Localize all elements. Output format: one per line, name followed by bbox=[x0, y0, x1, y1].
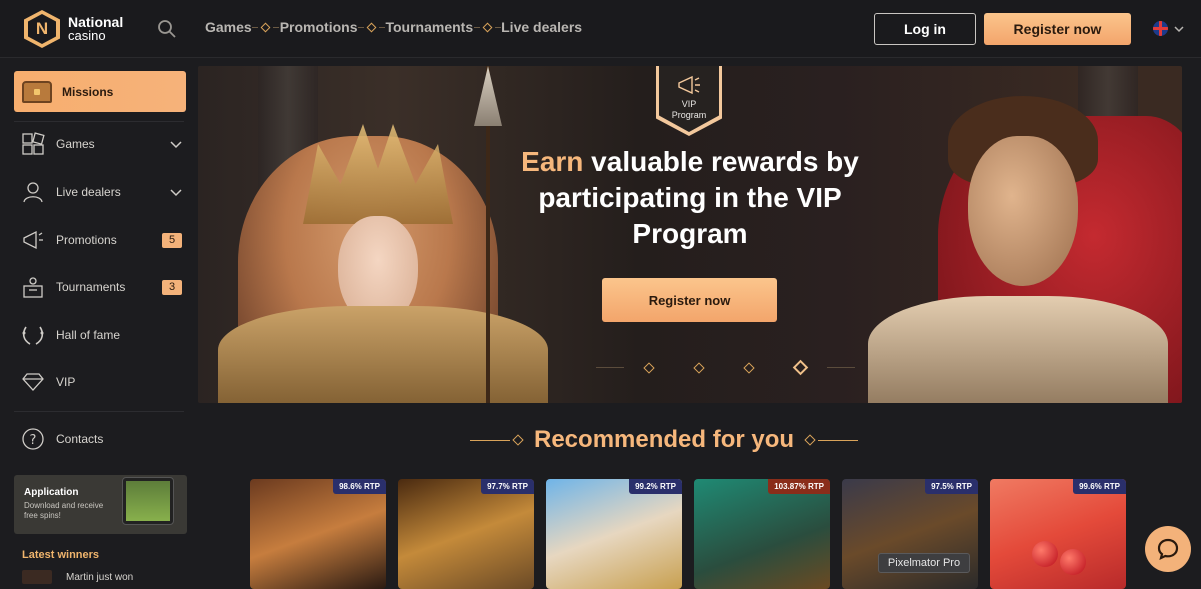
nav-separator bbox=[357, 22, 385, 32]
logo-letter: N bbox=[28, 14, 56, 44]
vip-tag-label: VIP Program bbox=[671, 99, 707, 120]
recommended-heading-row: Recommended for you bbox=[470, 426, 859, 454]
language-selector[interactable] bbox=[1153, 21, 1184, 36]
sidebar-item-label: Promotions bbox=[56, 233, 117, 247]
sidebar-item-label: Hall of fame bbox=[56, 328, 121, 342]
tournament-icon bbox=[20, 275, 46, 299]
sidebar-item-label: VIP bbox=[56, 375, 76, 389]
winner-thumbnail bbox=[22, 570, 52, 584]
tooltip: Pixelmator Pro bbox=[878, 553, 970, 573]
carousel-dots bbox=[596, 359, 855, 376]
laurel-icon bbox=[20, 323, 46, 347]
uk-flag-icon bbox=[1153, 21, 1168, 36]
sidebar-item-contacts[interactable]: ? Contacts bbox=[20, 425, 182, 453]
ornament-left bbox=[470, 434, 524, 446]
sidebar-item-tournaments[interactable]: Tournaments 3 bbox=[20, 273, 182, 301]
recommended-title: Recommended for you bbox=[534, 426, 795, 453]
question-icon: ? bbox=[20, 427, 46, 451]
live-dealer-icon bbox=[20, 180, 46, 204]
man-armor bbox=[868, 296, 1168, 403]
sidebar-item-label: Games bbox=[56, 137, 95, 151]
games-icon bbox=[20, 132, 46, 156]
chevron-down-icon bbox=[170, 189, 182, 197]
promotions-count-badge: 5 bbox=[162, 232, 182, 248]
hero-man-illustration bbox=[848, 76, 1182, 403]
game-card[interactable]: 99.2% RTP bbox=[546, 479, 682, 589]
carousel-dot-1[interactable] bbox=[643, 361, 655, 374]
sidebar-item-promotions[interactable]: Promotions 5 bbox=[20, 226, 182, 254]
hero-title-accent: Earn bbox=[521, 146, 584, 177]
hero-title: Earn valuable rewards by participating i… bbox=[488, 144, 892, 252]
diamond-icon bbox=[20, 370, 46, 394]
chevron-down-icon bbox=[1174, 25, 1184, 32]
carousel-dot-3[interactable] bbox=[743, 361, 755, 374]
divider bbox=[14, 411, 184, 412]
latest-winners-heading: Latest winners bbox=[22, 549, 100, 561]
nav-promotions[interactable]: Promotions bbox=[280, 19, 358, 35]
rtp-badge: 99.2% RTP bbox=[629, 479, 682, 494]
nav-separator bbox=[252, 22, 280, 32]
rtp-badge-hot: 103.87% RTP bbox=[768, 479, 830, 494]
sidebar: Missions Games Live dealers Promotions 5… bbox=[0, 58, 198, 584]
game-card[interactable]: 98.6% RTP bbox=[250, 479, 386, 589]
app-card-title: Application bbox=[24, 487, 79, 498]
rtp-badge: 97.7% RTP bbox=[481, 479, 534, 494]
nav-tournaments[interactable]: Tournaments bbox=[385, 19, 473, 35]
man-face bbox=[968, 136, 1078, 286]
ornament-right bbox=[804, 434, 859, 446]
logo-text: National casino bbox=[68, 15, 123, 43]
login-button[interactable]: Log in bbox=[874, 13, 976, 45]
sidebar-item-hall-of-fame[interactable]: Hall of fame bbox=[20, 321, 182, 349]
tournaments-count-badge: 3 bbox=[162, 279, 182, 295]
nav-live-dealers[interactable]: Live dealers bbox=[501, 19, 582, 35]
logo[interactable]: N National casino bbox=[24, 10, 123, 48]
main-nav: Games Promotions Tournaments Live dealer… bbox=[205, 19, 582, 35]
missions-label: Missions bbox=[62, 84, 114, 99]
treasure-chest-icon bbox=[22, 80, 52, 103]
register-button[interactable]: Register now bbox=[984, 13, 1131, 45]
game-card[interactable]: 97.7% RTP bbox=[398, 479, 534, 589]
hero-register-button[interactable]: Register now bbox=[602, 278, 777, 322]
svg-text:?: ? bbox=[30, 433, 37, 448]
carousel-dot-4-active[interactable] bbox=[792, 359, 809, 376]
hero-banner: VIP Program Earn valuable rewards by par… bbox=[198, 66, 1182, 403]
spear-tip bbox=[474, 66, 502, 126]
logo-badge: N bbox=[24, 10, 60, 48]
nav-games[interactable]: Games bbox=[205, 19, 252, 35]
rtp-badge: 99.6% RTP bbox=[1073, 479, 1126, 494]
app-download-card[interactable]: Application Download and receive free sp… bbox=[14, 475, 187, 534]
missions-button[interactable]: Missions bbox=[14, 71, 186, 112]
sidebar-item-label: Live dealers bbox=[56, 185, 121, 199]
game-card[interactable]: 103.87% RTP bbox=[694, 479, 830, 589]
chat-icon bbox=[1157, 538, 1179, 561]
app-card-subtitle: Download and receive free spins! bbox=[24, 501, 104, 520]
nav-separator bbox=[473, 22, 501, 32]
megaphone-icon bbox=[678, 75, 700, 95]
sidebar-item-label: Contacts bbox=[56, 432, 104, 446]
game-card[interactable]: 99.6% RTP bbox=[990, 479, 1126, 589]
megaphone-icon bbox=[20, 228, 46, 252]
game-grid: 98.6% RTP 97.7% RTP 99.2% RTP 103.87% RT… bbox=[250, 479, 1126, 589]
chat-button[interactable] bbox=[1145, 526, 1191, 572]
sidebar-item-label: Tournaments bbox=[56, 280, 126, 294]
divider bbox=[14, 121, 184, 122]
sidebar-item-games[interactable]: Games bbox=[20, 130, 182, 158]
winner-row: Martin just won bbox=[22, 570, 133, 584]
vip-program-tag: VIP Program bbox=[656, 66, 722, 136]
phone-image bbox=[122, 477, 174, 525]
rtp-badge: 97.5% RTP bbox=[925, 479, 978, 494]
sidebar-item-vip[interactable]: VIP bbox=[20, 368, 182, 396]
heroine-armor bbox=[218, 306, 548, 403]
top-header: N National casino Games Promotions Tourn… bbox=[0, 0, 1201, 58]
cherry-icon bbox=[1032, 541, 1058, 567]
rtp-badge: 98.6% RTP bbox=[333, 479, 386, 494]
cherry-icon bbox=[1060, 549, 1086, 575]
carousel-dot-2[interactable] bbox=[693, 361, 705, 374]
sidebar-item-live-dealers[interactable]: Live dealers bbox=[20, 178, 182, 206]
hero-title-rest: valuable rewards by participating in the… bbox=[538, 146, 859, 249]
logo-line2: casino bbox=[68, 28, 106, 43]
chevron-down-icon bbox=[170, 141, 182, 149]
search-icon[interactable] bbox=[157, 19, 177, 39]
